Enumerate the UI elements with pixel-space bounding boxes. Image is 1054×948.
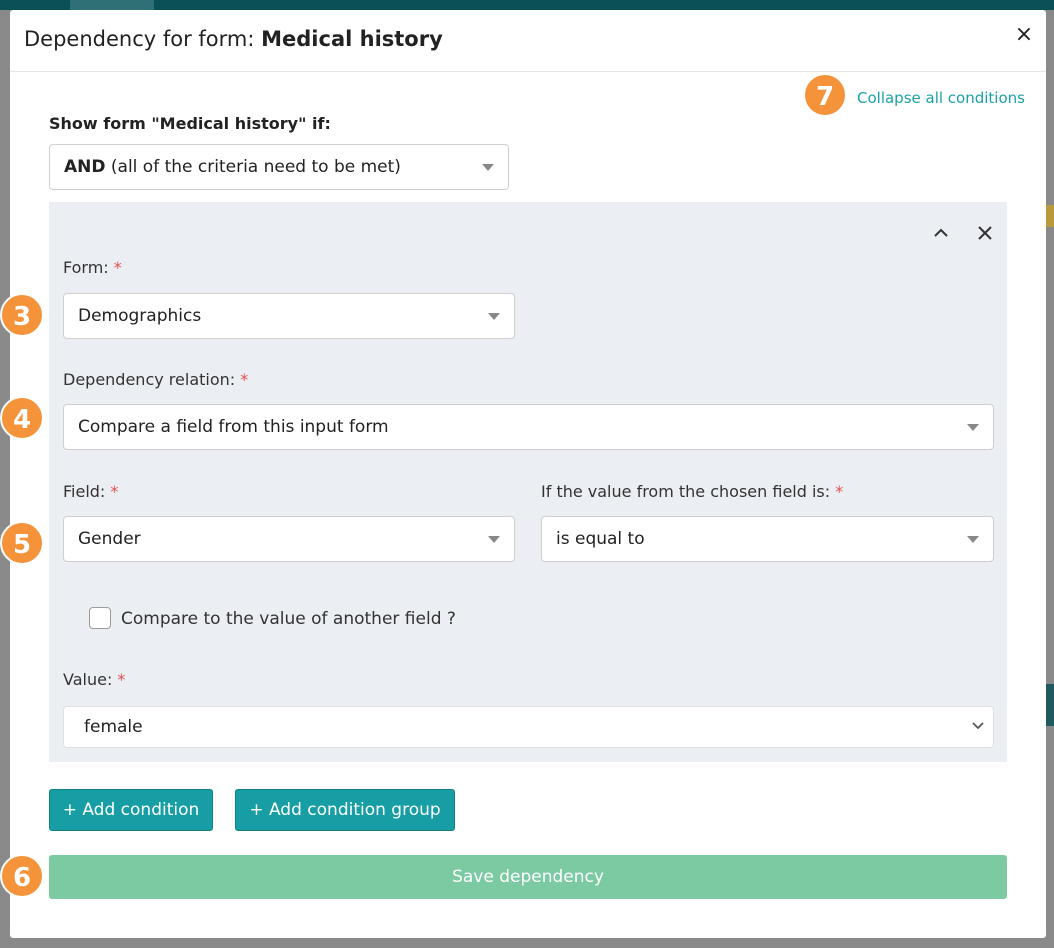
background-topbar-tab: [70, 0, 154, 10]
value-label-text: Value:: [63, 670, 113, 689]
form-select-value: Demographics: [78, 306, 202, 326]
close-icon[interactable]: ×: [1013, 24, 1035, 46]
comparison-label-text: If the value from the chosen field is:: [541, 482, 831, 501]
close-icon[interactable]: [975, 224, 995, 244]
required-mark: *: [240, 370, 249, 389]
add-condition-group-button[interactable]: + Add condition group: [235, 789, 455, 831]
logic-operator-value-bold: AND: [64, 157, 106, 177]
caret-down-icon: [967, 424, 979, 431]
relation-select-value: Compare a field from this input form: [78, 417, 389, 437]
relation-label-text: Dependency relation:: [63, 370, 236, 389]
value-select[interactable]: female: [63, 706, 994, 748]
modal-title: Dependency for form: Medical history: [24, 27, 443, 51]
condition-panel: Form: * Demographics Dependency relation…: [49, 202, 1007, 762]
field-select[interactable]: Gender: [63, 516, 515, 562]
compare-other-field-checkbox[interactable]: [89, 607, 111, 629]
form-select[interactable]: Demographics: [63, 293, 515, 339]
value-field-label: Value: *: [63, 670, 125, 689]
logic-operator-value-rest: (all of the criteria need to be met): [105, 157, 401, 177]
show-form-label: Show form "Medical history" if:: [49, 114, 331, 133]
comparison-select[interactable]: is equal to: [541, 516, 994, 562]
field-select-value: Gender: [78, 529, 141, 549]
step-badge-6: 6: [0, 854, 44, 898]
dependency-modal: Dependency for form: Medical history × 7…: [10, 10, 1046, 938]
chevron-up-icon[interactable]: [931, 224, 951, 244]
form-field-label: Form: *: [63, 258, 122, 277]
relation-field-label: Dependency relation: *: [63, 370, 248, 389]
collapse-all-conditions-link[interactable]: Collapse all conditions: [857, 89, 1025, 107]
dependency-relation-select[interactable]: Compare a field from this input form: [63, 404, 994, 450]
value-select-value: female: [84, 717, 143, 737]
logic-operator-select[interactable]: AND (all of the criteria need to be met): [49, 144, 509, 190]
modal-header: Dependency for form: Medical history ×: [10, 10, 1046, 72]
required-mark: *: [835, 482, 844, 501]
step-badge-3: 3: [0, 293, 44, 337]
caret-down-icon: [967, 536, 979, 543]
chevron-down-icon: [971, 718, 985, 736]
required-mark: *: [113, 258, 122, 277]
form-label-text: Form:: [63, 258, 109, 277]
modal-title-prefix: Dependency for form:: [24, 27, 262, 51]
field-label-text: Field:: [63, 482, 106, 501]
compare-other-field-label[interactable]: Compare to the value of another field ?: [121, 609, 456, 629]
caret-down-icon: [488, 536, 500, 543]
add-condition-button[interactable]: + Add condition: [49, 789, 213, 831]
background-strip: [1046, 684, 1054, 726]
comparison-select-value: is equal to: [556, 529, 645, 549]
field-field-label: Field: *: [63, 482, 118, 501]
caret-down-icon: [482, 164, 494, 171]
modal-title-form: Medical history: [261, 27, 443, 51]
caret-down-icon: [488, 313, 500, 320]
required-mark: *: [117, 670, 126, 689]
step-badge-5: 5: [0, 521, 44, 565]
required-mark: *: [110, 482, 119, 501]
background-strip: [1046, 205, 1054, 227]
step-badge-7: 7: [803, 73, 847, 117]
comparison-field-label: If the value from the chosen field is: *: [541, 482, 843, 501]
step-badge-4: 4: [0, 396, 44, 440]
background-topbar: [0, 0, 1054, 10]
save-dependency-button[interactable]: Save dependency: [49, 855, 1007, 899]
